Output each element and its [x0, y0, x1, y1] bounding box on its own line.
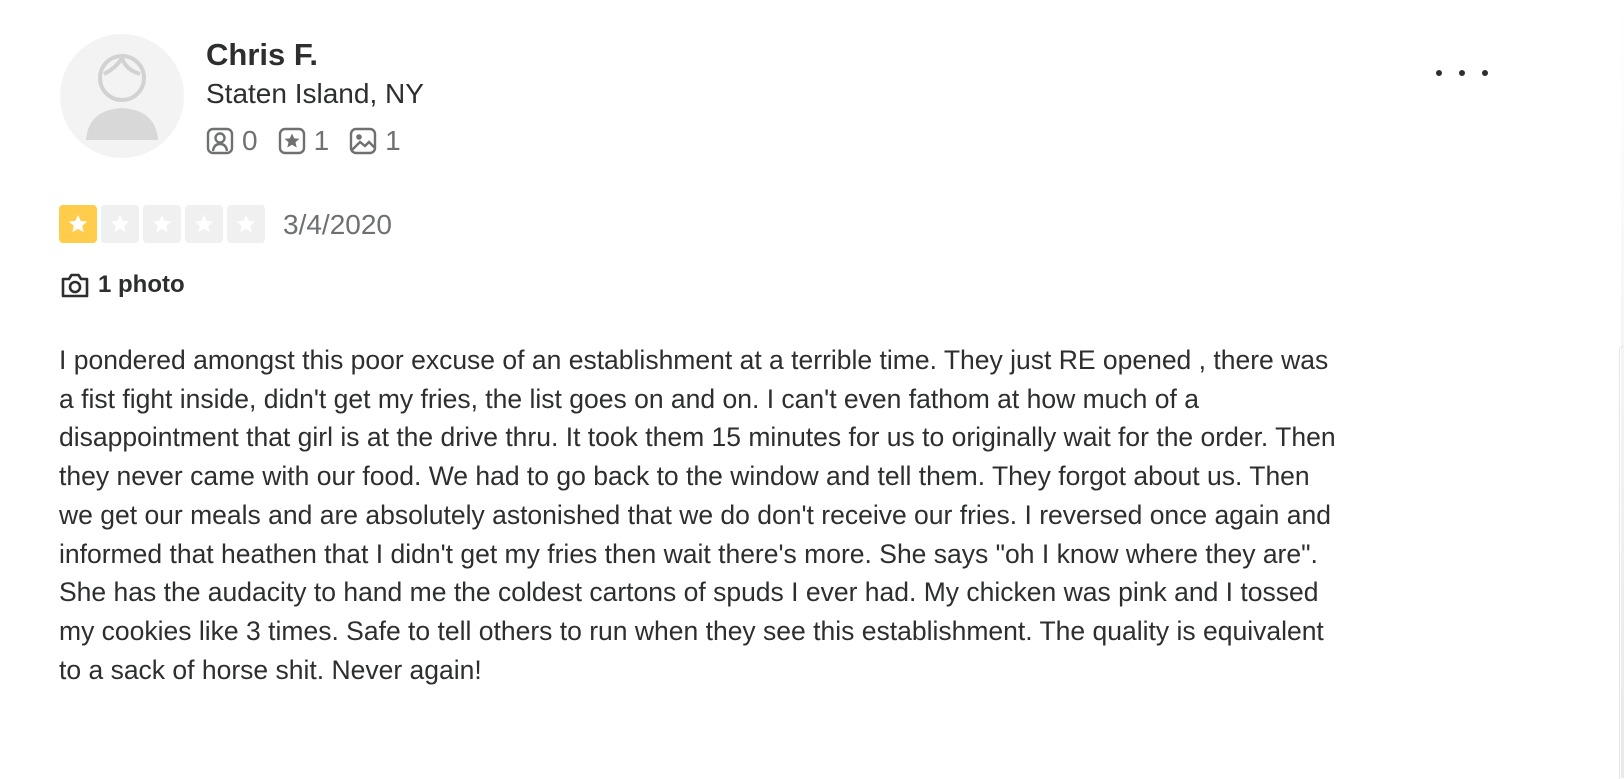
- star-icon: [152, 214, 172, 233]
- review-card: Chris F. Staten Island, NY 0 1 1 3/4/202…: [0, 0, 1624, 779]
- default-avatar-icon: [86, 53, 158, 140]
- more-options-button[interactable]: [1436, 58, 1488, 88]
- photos-count-value: 1: [385, 125, 401, 156]
- star-icon: [236, 214, 256, 233]
- rating-star-3: [143, 205, 181, 243]
- more-dot: [1436, 70, 1442, 76]
- reviews-count: 1: [278, 124, 330, 158]
- adjacent-panel-edge: [1619, 346, 1624, 779]
- more-dot: [1482, 70, 1488, 76]
- rating-star-1: [59, 205, 97, 243]
- user-name[interactable]: Chris F.: [206, 36, 318, 74]
- user-avatar[interactable]: [60, 34, 184, 158]
- more-dot: [1459, 70, 1465, 76]
- star-icon: [194, 214, 214, 233]
- friends-count-value: 0: [242, 125, 258, 156]
- photos-count: 1: [349, 124, 401, 158]
- user-stats: 0 1 1: [206, 124, 421, 158]
- camera-icon: [61, 273, 89, 298]
- star-icon: [68, 214, 88, 233]
- photos-icon: [349, 127, 377, 155]
- reviews-count-value: 1: [313, 125, 330, 156]
- user-location: Staten Island, NY: [206, 78, 424, 109]
- star-rating: [59, 205, 269, 243]
- friends-count: 0: [206, 124, 258, 158]
- review-date: 3/4/2020: [283, 209, 392, 240]
- rating-star-5: [227, 205, 265, 243]
- star-icon: [110, 214, 130, 233]
- photo-count-label: 1 photo: [98, 271, 185, 298]
- rating-star-2: [101, 205, 139, 243]
- friends-icon: [206, 127, 234, 155]
- review-photos-link[interactable]: 1 photo: [60, 268, 185, 302]
- review-text: I pondered amongst this poor excuse of a…: [59, 345, 1336, 685]
- reviews-icon: [278, 127, 305, 155]
- rating-star-4: [185, 205, 223, 243]
